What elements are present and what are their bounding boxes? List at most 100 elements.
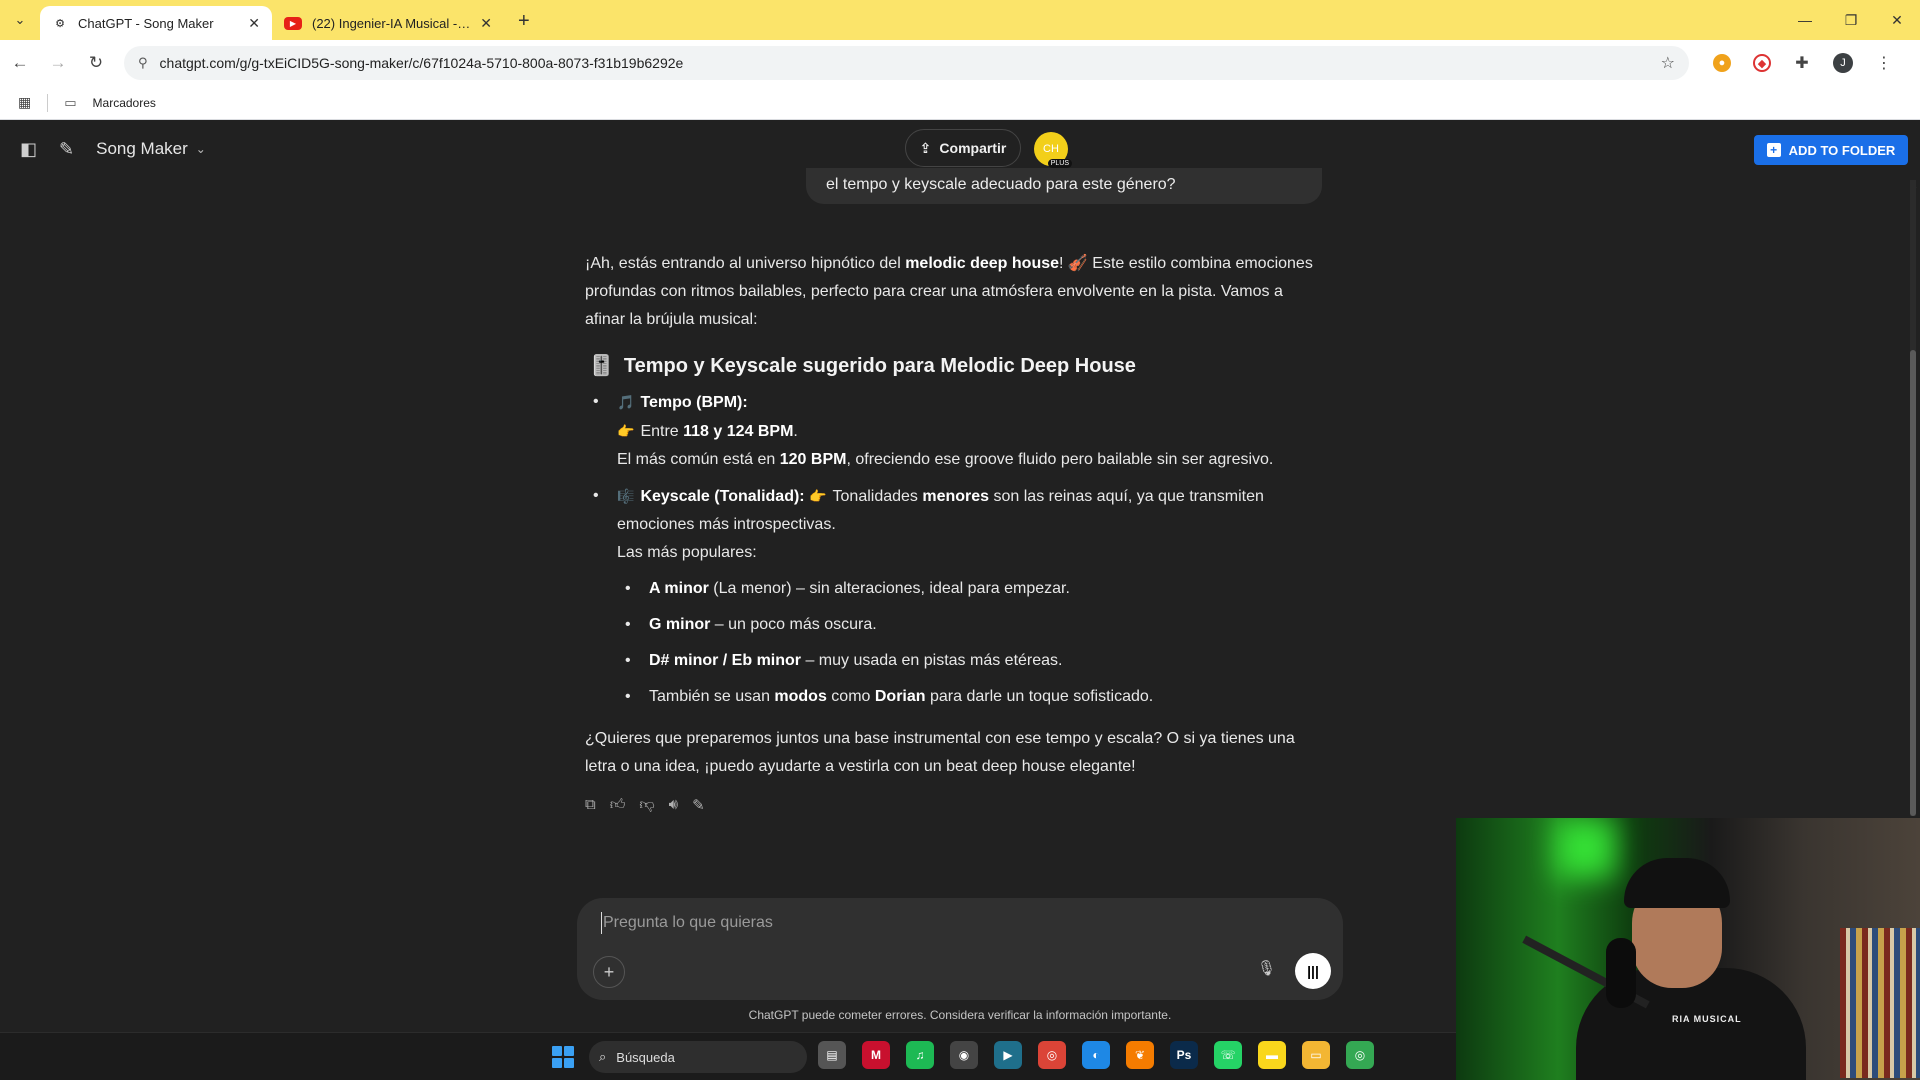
apps-grid-icon[interactable]: ▦ (18, 94, 31, 111)
url-input[interactable]: ⚲ chatgpt.com/g/g-txEiCID5G-song-maker/c… (124, 46, 1689, 80)
reload-icon[interactable]: ↻ (86, 53, 106, 73)
bookmarks-folder-label[interactable]: Marcadores (93, 96, 156, 110)
divider (47, 93, 49, 112)
kebab-menu-icon[interactable]: ⋮ (1875, 54, 1893, 72)
info-list: 🎵Tempo (BPM): 👉Entre 118 y 124 BPM. El m… (585, 388, 1325, 711)
text-caret (601, 912, 602, 934)
plus-icon: + (1766, 143, 1781, 157)
scrollbar-thumb[interactable] (1910, 350, 1916, 816)
profile-icon[interactable]: J (1833, 53, 1853, 73)
taskbar: ⌕ Búsqueda ▤ M ♫ ◉ ▶ ◎ ◐ ❦ Ps ☏ ▬ ▭ ◎ (0, 1032, 1456, 1080)
composer[interactable]: Pregunta lo que quieras + 🎙︎ ||| (577, 898, 1343, 1000)
tab-title: (22) Ingenier-IA Musical - YouTube (312, 15, 470, 31)
folder-icon[interactable]: ▭ (1302, 1041, 1330, 1069)
shirt-logo: RIA MUSICAL (1672, 1014, 1742, 1024)
add-folder-label: ADD TO FOLDER (1788, 142, 1896, 158)
closing-paragraph: ¿Quieres que preparemos juntos una base … (585, 730, 1295, 775)
message-actions: ⧉ 👍︎ 👎︎ 🔊︎ ✎ (585, 796, 705, 814)
edit-icon[interactable]: ✎ (692, 796, 705, 814)
model-selector[interactable]: Song Maker ⌄ (96, 139, 206, 159)
file-explorer-icon[interactable]: ▤ (818, 1041, 846, 1069)
tab-title: ChatGPT - Song Maker (78, 15, 214, 31)
read-aloud-icon[interactable]: 🔊︎ (669, 796, 678, 814)
thumbs-down-icon[interactable]: 👎︎ (639, 796, 654, 814)
minimize-icon[interactable]: — (1782, 12, 1828, 28)
back-icon[interactable]: ← (10, 53, 30, 73)
tab-search-icon[interactable]: ⌄ (6, 6, 34, 34)
slider-emoji-icon: 🎚️ (589, 355, 614, 377)
share-label: Compartir (939, 140, 1007, 156)
chatgpt-icon: ⚙ (55, 17, 65, 30)
microphone-icon[interactable]: 🎙︎ (1257, 959, 1276, 977)
extensions: ● ◆ ✚ J ⋮ (1713, 53, 1893, 73)
section-heading: 🎚️ Tempo y Keyscale sugerido para Melodi… (589, 352, 1325, 380)
restore-icon[interactable]: ❐ (1828, 12, 1874, 29)
search-icon: ⌕ (599, 1049, 607, 1064)
window-controls: — ❐ ✕ (1782, 0, 1920, 40)
model-name: Song Maker (96, 139, 188, 158)
site-settings-icon[interactable]: ⚲ (138, 55, 148, 71)
pointing-hand-icon: 👉 (809, 488, 827, 504)
attach-plus-button[interactable]: + (593, 956, 625, 988)
prompt-input[interactable]: Pregunta lo que quieras (603, 914, 773, 932)
assistant-message: ¡Ah, estás entrando al universo hipnótic… (585, 250, 1325, 799)
photoshop-icon[interactable]: Ps (1170, 1041, 1198, 1069)
list-item: A minor (La menor) – sin alteraciones, i… (585, 575, 1325, 603)
share-button[interactable]: ⇪ Compartir (905, 129, 1021, 167)
extension-icon[interactable]: ● (1713, 54, 1731, 72)
sidebar-toggle-icon[interactable]: ◧ (20, 139, 37, 160)
taskbar-search[interactable]: ⌕ Búsqueda (589, 1041, 807, 1073)
studio-microphone (1606, 938, 1636, 1008)
browser-icon[interactable]: ◐ (1082, 1041, 1110, 1069)
forward-icon[interactable]: → (48, 53, 68, 73)
thumbs-up-icon[interactable]: 👍︎ (610, 796, 626, 814)
avatar-initials: CH (1043, 143, 1059, 155)
taskbar-apps: ▤ M ♫ ◉ ▶ ◎ ◐ ❦ Ps ☏ ▬ ▭ ◎ (818, 1041, 1374, 1069)
url-text: chatgpt.com/g/g-txEiCID5G-song-maker/c/6… (159, 55, 684, 71)
bookmarks-bar: ▦ ▭ Marcadores (0, 86, 1920, 120)
plus-badge: PLUS (1047, 159, 1072, 168)
new-chat-icon[interactable]: ✎ (59, 139, 74, 160)
user-message-text: el tempo y keyscale adecuado para este g… (826, 176, 1176, 193)
list-item-tempo: 🎵Tempo (BPM): 👉Entre 118 y 124 BPM. El m… (585, 388, 1325, 474)
list-item: D# minor / Eb minor – muy usada en pista… (585, 647, 1325, 675)
mcafee-icon[interactable]: M (862, 1041, 890, 1069)
tab-youtube[interactable]: ▶ (22) Ingenier-IA Musical - YouTube ✕ (272, 6, 504, 40)
puzzle-icon[interactable]: ✚ (1793, 54, 1811, 72)
folder-icon: ▭ (64, 94, 77, 110)
chevron-down-icon: ⌄ (195, 142, 206, 156)
list-item-keyscale: 🎼Keyscale (Tonalidad): 👉Tonalidades meno… (585, 482, 1325, 567)
list-item: También se usan modos como Dorian para d… (585, 683, 1325, 711)
fl-studio-icon[interactable]: ❦ (1126, 1041, 1154, 1069)
cap (1624, 858, 1730, 908)
voice-mode-button[interactable]: ||| (1295, 953, 1331, 989)
new-tab-icon[interactable]: + (518, 10, 530, 33)
chrome-icon[interactable]: ◎ (1038, 1041, 1066, 1069)
extension-icon[interactable]: ◆ (1753, 54, 1771, 72)
obs-icon[interactable]: ◉ (950, 1041, 978, 1069)
close-icon[interactable]: ✕ (480, 15, 492, 32)
upload-icon: ⇪ (919, 139, 932, 156)
tab-chatgpt[interactable]: ⚙ ChatGPT - Song Maker ✕ (40, 6, 272, 40)
youtube-icon: ▶ (284, 16, 302, 30)
copy-icon[interactable]: ⧉ (585, 796, 596, 814)
green-light (1556, 818, 1616, 878)
close-icon[interactable]: ✕ (248, 15, 260, 32)
add-to-folder-button[interactable]: + ADD TO FOLDER (1754, 135, 1908, 165)
avatar[interactable]: CH PLUS (1034, 132, 1072, 168)
chrome-active-icon[interactable]: ◎ (1346, 1041, 1374, 1069)
close-window-icon[interactable]: ✕ (1874, 12, 1920, 29)
browser-tabbar: ⌄ ⚙ ChatGPT - Song Maker ✕ ▶ (22) Ingeni… (0, 0, 1920, 40)
bookmark-star-icon[interactable]: ☆ (1661, 53, 1675, 73)
disclaimer: ChatGPT puede cometer errores. Considera… (748, 1008, 1172, 1022)
search-label: Búsqueda (616, 1049, 675, 1065)
windows-start-icon[interactable] (552, 1046, 574, 1068)
spotify-icon[interactable]: ♫ (906, 1041, 934, 1069)
app-icon[interactable]: ▶ (994, 1041, 1022, 1069)
intro-paragraph: ¡Ah, estás entrando al universo hipnótic… (585, 255, 1313, 328)
address-bar: ← → ↻ ⚲ chatgpt.com/g/g-txEiCID5G-song-m… (0, 40, 1920, 86)
scrollbar[interactable] (1910, 180, 1916, 816)
whatsapp-icon[interactable]: ☏ (1214, 1041, 1242, 1069)
user-message: el tempo y keyscale adecuado para este g… (806, 168, 1322, 204)
sticky-notes-icon[interactable]: ▬ (1258, 1041, 1286, 1069)
